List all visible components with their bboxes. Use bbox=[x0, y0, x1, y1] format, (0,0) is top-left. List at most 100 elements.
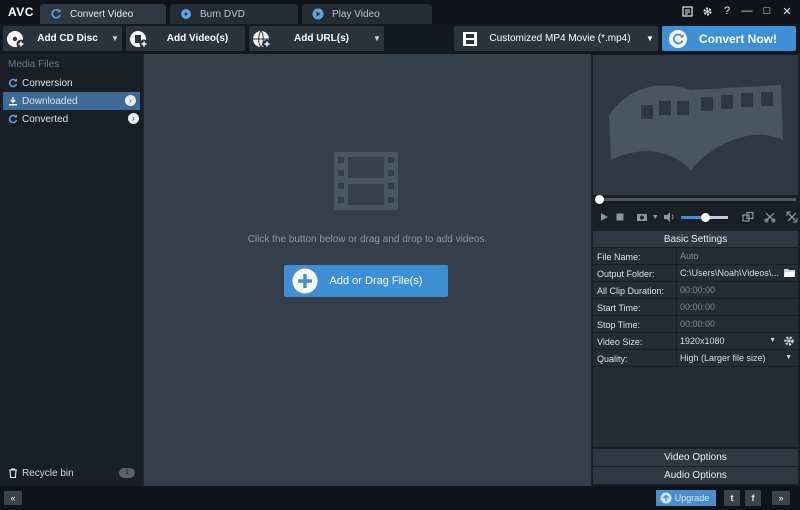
globe-plus-icon bbox=[253, 30, 272, 48]
file-name-field[interactable]: Auto bbox=[676, 248, 796, 264]
volume-icon[interactable] bbox=[663, 211, 675, 223]
scissors-icon[interactable] bbox=[764, 211, 776, 223]
output-folder-field[interactable]: C:\Users\Noah\Videos\... bbox=[676, 265, 780, 281]
sidebar-item-label: Downloaded bbox=[22, 95, 78, 107]
basic-settings-panel: Basic Settings File Name: Auto Output Fo… bbox=[593, 231, 798, 447]
recycle-bin[interactable]: Recycle bin 1 bbox=[0, 465, 143, 481]
chevron-right-icon[interactable]: › bbox=[128, 113, 139, 124]
setting-label: Output Folder: bbox=[597, 269, 655, 279]
sidebar-item-downloaded[interactable]: Downloaded › bbox=[3, 92, 140, 110]
upgrade-button[interactable]: Upgrade bbox=[656, 490, 716, 506]
settings-gear-icon[interactable] bbox=[700, 4, 714, 18]
all-clip-duration-value: 00:00:00 bbox=[676, 282, 796, 298]
seek-bar[interactable] bbox=[594, 195, 798, 204]
chevron-down-icon[interactable]: ▼ bbox=[652, 214, 659, 221]
add-or-drag-files-button[interactable]: Add or Drag File(s) bbox=[284, 265, 448, 297]
sidebar: Media Files Conversion Downloaded › Conv… bbox=[0, 54, 143, 486]
audio-options-toggle[interactable]: Audio Options bbox=[593, 467, 798, 484]
output-profile-value: Customized MP4 Movie (*.mp4) bbox=[489, 33, 631, 44]
chevron-down-icon[interactable]: ▼ bbox=[642, 34, 658, 43]
convert-now-button[interactable]: Convert Now! bbox=[662, 26, 796, 51]
quality-select[interactable]: High (Larger file size) bbox=[676, 350, 780, 366]
trash-icon bbox=[9, 468, 17, 478]
setting-label: File Name: bbox=[597, 252, 641, 262]
add-videos-button[interactable]: Add Video(s) bbox=[126, 26, 245, 51]
folder-open-icon[interactable] bbox=[784, 268, 795, 277]
seek-handle[interactable] bbox=[595, 195, 604, 204]
stop-icon[interactable] bbox=[614, 211, 626, 223]
chevron-right-icon[interactable]: › bbox=[125, 95, 136, 106]
setting-label: All Clip Duration: bbox=[597, 286, 665, 296]
cd-plus-icon bbox=[7, 30, 26, 48]
sidebar-item-conversion[interactable]: Conversion bbox=[0, 74, 143, 92]
register-icon[interactable] bbox=[680, 4, 694, 18]
volume-handle[interactable] bbox=[700, 212, 710, 222]
plus-circle-icon bbox=[292, 268, 318, 294]
tab-play-video[interactable]: Play Video bbox=[302, 4, 432, 24]
play-icon[interactable] bbox=[598, 211, 610, 223]
add-videos-label: Add Video(s) bbox=[166, 33, 229, 44]
sidebar-item-converted[interactable]: Converted › bbox=[0, 110, 143, 128]
add-url-label: Add URL(s) bbox=[294, 33, 349, 44]
recycle-count-badge: 1 bbox=[119, 468, 135, 478]
app-logo: AVC bbox=[8, 5, 34, 19]
close-button[interactable]: ✕ bbox=[780, 4, 794, 18]
setting-label: Video Size: bbox=[597, 337, 643, 347]
setting-all-clip-duration: All Clip Duration: 00:00:00 bbox=[593, 282, 798, 299]
start-time-field[interactable]: 00:00:00 bbox=[676, 299, 796, 315]
right-panel: ▼ Basic Settings File Name: Auto Output … bbox=[592, 54, 800, 486]
maximize-button[interactable]: □ bbox=[760, 4, 774, 18]
drop-hint-text: Click the button below or drag and drop … bbox=[247, 234, 488, 245]
tab-label: Play Video bbox=[332, 8, 380, 20]
refresh-icon bbox=[8, 114, 18, 124]
add-cd-disc-label: Add CD Disc bbox=[37, 33, 98, 44]
sidebar-header: Media Files bbox=[8, 59, 60, 70]
expand-panel-button[interactable]: » bbox=[772, 491, 790, 505]
play-circle-icon bbox=[312, 8, 324, 20]
snapshot-icon[interactable] bbox=[636, 211, 648, 223]
tab-burn-dvd[interactable]: Burn DVD bbox=[170, 4, 298, 24]
setting-output-folder: Output Folder: C:\Users\Noah\Videos\... bbox=[593, 265, 798, 282]
add-cd-disc-button[interactable]: Add CD Disc ▼ bbox=[3, 26, 122, 51]
film-plus-icon bbox=[130, 30, 149, 48]
sidebar-item-label: Converted bbox=[22, 113, 69, 125]
convert-now-label: Convert Now! bbox=[699, 31, 777, 46]
film-strip-icon bbox=[463, 31, 477, 46]
chevron-down-icon[interactable]: ▼ bbox=[370, 34, 384, 43]
video-options-toggle[interactable]: Video Options bbox=[593, 449, 798, 466]
setting-file-name: File Name: Auto bbox=[593, 248, 798, 265]
status-bar: « Upgrade t f » bbox=[0, 486, 800, 510]
facebook-icon[interactable]: f bbox=[745, 490, 761, 506]
convert-refresh-icon bbox=[669, 29, 687, 48]
film-icon bbox=[334, 152, 398, 210]
chevron-down-icon[interactable]: ▼ bbox=[785, 354, 792, 361]
stop-time-field[interactable]: 00:00:00 bbox=[676, 316, 796, 332]
video-size-select[interactable]: 1920x1080 bbox=[676, 333, 776, 349]
player-controls: ▼ bbox=[594, 206, 798, 228]
gear-icon[interactable] bbox=[783, 335, 795, 347]
refresh-icon bbox=[8, 78, 18, 88]
setting-quality: Quality: High (Larger file size) ▼ bbox=[593, 350, 798, 367]
setting-video-size: Video Size: 1920x1080 ▼ bbox=[593, 333, 798, 350]
crop-icon[interactable] bbox=[786, 211, 798, 223]
chevron-down-icon[interactable]: ▼ bbox=[769, 337, 776, 344]
setting-label: Start Time: bbox=[597, 303, 641, 313]
seek-track[interactable] bbox=[598, 198, 796, 201]
upgrade-label: Upgrade bbox=[674, 493, 710, 503]
drop-area[interactable]: Click the button below or drag and drop … bbox=[144, 54, 591, 486]
minimize-button[interactable]: — bbox=[740, 4, 754, 18]
sidebar-item-label: Conversion bbox=[22, 77, 73, 89]
refresh-icon bbox=[51, 9, 61, 19]
output-profile-select[interactable]: Customized MP4 Movie (*.mp4) ▼ bbox=[454, 26, 658, 51]
collapse-sidebar-button[interactable]: « bbox=[4, 491, 22, 505]
chevron-down-icon[interactable]: ▼ bbox=[108, 34, 122, 43]
add-url-button[interactable]: Add URL(s) ▼ bbox=[249, 26, 384, 51]
setting-stop-time: Stop Time: 00:00:00 bbox=[593, 316, 798, 333]
tab-convert-video[interactable]: Convert Video bbox=[40, 4, 166, 24]
twitter-icon[interactable]: t bbox=[724, 490, 740, 506]
volume-slider[interactable] bbox=[680, 212, 729, 222]
toolbar: Add CD Disc ▼ Add Video(s) Add URL(s) ▼ bbox=[0, 24, 800, 54]
copy-icon[interactable] bbox=[742, 211, 754, 223]
help-button[interactable]: ? bbox=[720, 4, 734, 18]
add-or-drag-files-label: Add or Drag File(s) bbox=[329, 275, 423, 287]
